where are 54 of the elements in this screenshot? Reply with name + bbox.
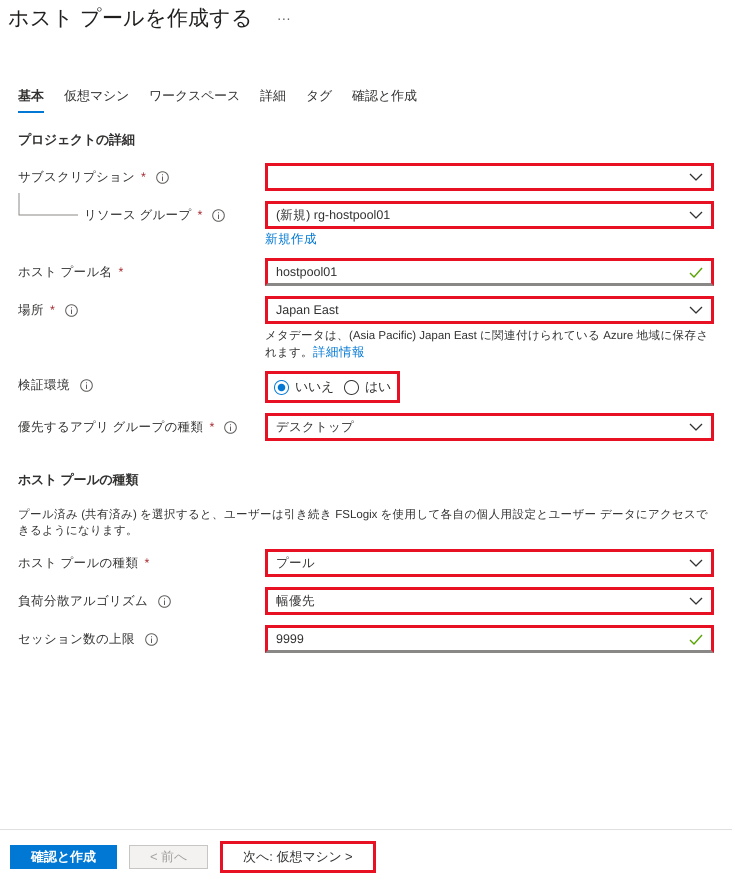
info-icon[interactable]: [80, 378, 93, 392]
chevron-down-icon: [689, 597, 703, 605]
info-icon[interactable]: [64, 304, 78, 316]
info-icon[interactable]: [156, 170, 169, 184]
dropdown[interactable]: [265, 163, 714, 191]
field-label: 負荷分散アルゴリズム: [18, 592, 148, 610]
field-label: 場所: [18, 302, 44, 318]
required-mark: *: [50, 303, 55, 317]
info-icon[interactable]: [158, 594, 171, 608]
chevron-down-icon: [689, 423, 703, 431]
required-mark: *: [144, 556, 150, 570]
chevron-down-icon: [689, 173, 703, 181]
dropdown[interactable]: (新規) rg-hostpool01: [265, 201, 714, 229]
text-field[interactable]: hostpool01: [265, 258, 714, 286]
nav-button[interactable]: 次へ: 仮想マシン >: [220, 841, 376, 873]
required-mark: *: [118, 265, 124, 279]
required-mark: *: [197, 208, 202, 222]
section-heading: ホスト プールの種類: [18, 471, 140, 489]
required-mark: *: [141, 170, 146, 184]
tab[interactable]: ワークスペース: [149, 87, 240, 113]
page-title: ホスト プールを作成する: [8, 6, 253, 32]
required-mark: *: [209, 420, 214, 434]
field-label: サブスクリプション: [18, 168, 135, 186]
field-label: セッション数の上限: [18, 630, 135, 648]
field-label: 優先するアプリ グループの種類: [18, 418, 204, 436]
info-icon[interactable]: [212, 208, 226, 222]
radio-option[interactable]: はい: [344, 378, 391, 396]
field-label: 検証環境: [18, 376, 70, 394]
tab[interactable]: 詳細: [260, 87, 286, 113]
review-create-button[interactable]: 確認と作成: [10, 845, 117, 869]
dropdown[interactable]: Japan East: [265, 296, 714, 324]
text-field[interactable]: 9999: [265, 625, 714, 653]
info-icon[interactable]: [145, 632, 158, 646]
help-text: メタデータは、(Asia Pacific) Japan East に関連付けられている Azure 地域に保存されます。詳細情報: [265, 328, 710, 361]
section-heading: プロジェクトの詳細: [18, 131, 136, 149]
chevron-down-icon: [689, 559, 703, 567]
learn-more-link[interactable]: 詳細情報: [313, 345, 365, 359]
info-icon[interactable]: [224, 420, 238, 434]
chevron-down-icon: [689, 211, 703, 219]
dropdown[interactable]: デスクトップ: [265, 413, 714, 441]
tab[interactable]: 確認と作成: [352, 87, 417, 113]
tab[interactable]: 仮想マシン: [64, 87, 129, 113]
chevron-down-icon: [689, 306, 703, 314]
section-description: プール済み (共有済み) を選択すると、ユーザーは引き続き FSLogix を使用して各自の個人用設定とユーザー データにアクセスできるようになります。: [18, 507, 709, 539]
dropdown[interactable]: 幅優先: [265, 587, 714, 615]
field-label: ホスト プールの種類: [18, 554, 138, 572]
create-new-link[interactable]: 新規作成: [265, 231, 317, 248]
field-label: ホスト プール名: [18, 264, 112, 280]
more-button[interactable]: ···: [276, 10, 291, 26]
dropdown[interactable]: プール: [265, 549, 714, 577]
tab[interactable]: 基本: [18, 87, 44, 113]
tab[interactable]: タグ: [306, 87, 332, 113]
field-label: リソース グループ: [84, 206, 192, 224]
radio-option[interactable]: いいえ: [274, 378, 334, 396]
